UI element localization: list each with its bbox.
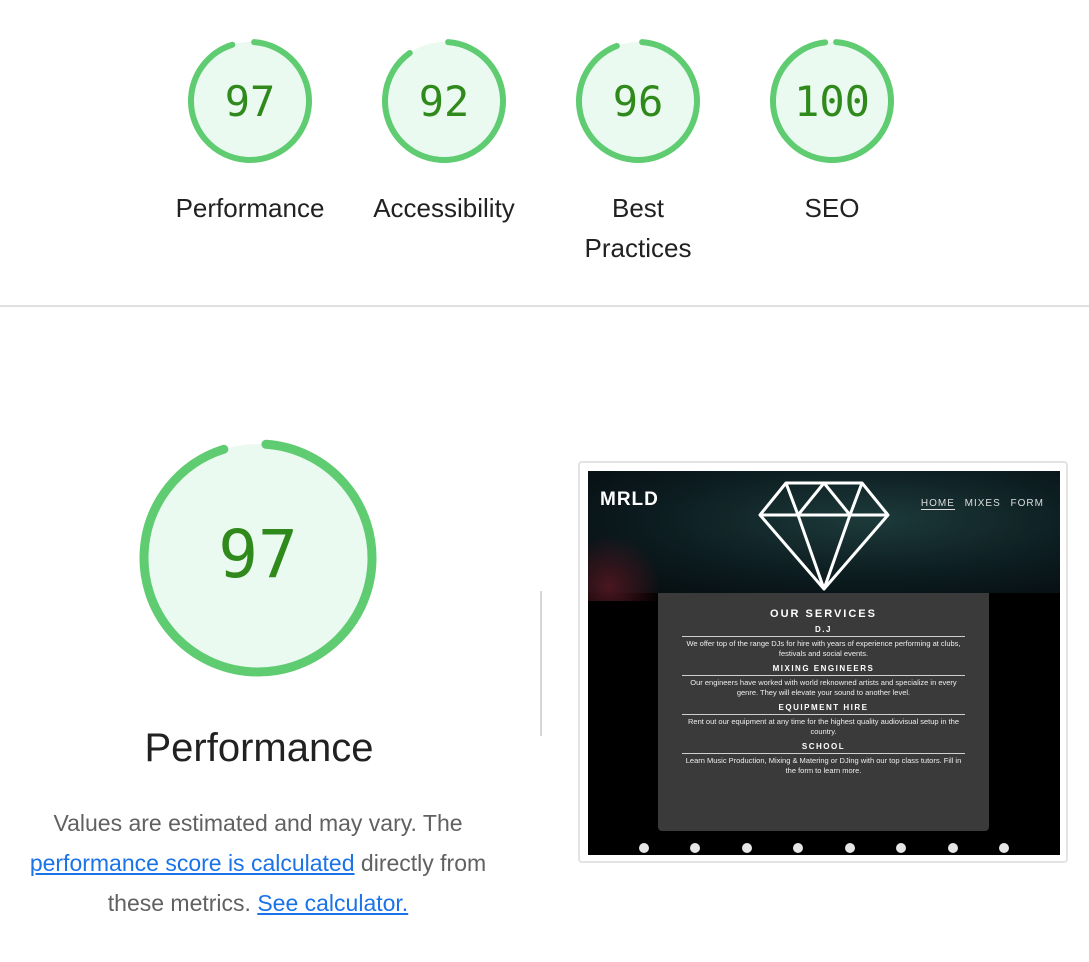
nav-home[interactable]: HOME [920, 498, 955, 510]
spotify-icon[interactable] [844, 843, 855, 853]
service-item: EQUIPMENT HIRE Rent out our equipment at… [682, 703, 965, 737]
score-calculated-link[interactable]: performance score is calculated [30, 850, 355, 876]
services-title: OUR SERVICES [770, 608, 877, 620]
nav-mixes[interactable]: MIXES [965, 498, 1001, 509]
see-calculator-link[interactable]: See calculator. [257, 890, 408, 916]
hero-banner: MRLD HOME MIXES FORM [588, 471, 1060, 601]
gauge-label: Performance [175, 193, 325, 223]
performance-title: Performance [144, 726, 374, 770]
vertical-separator [540, 591, 542, 736]
site-nav: HOME MIXES FORM [915, 498, 1044, 510]
soundcloud-icon[interactable] [793, 843, 804, 853]
performance-score-gauge: 97 [139, 439, 377, 677]
gauge-label: SEO [804, 193, 860, 223]
score-value: 97 [225, 77, 276, 126]
category-gauges: 97 Performance 92 Accessibility 96 Best P… [0, 0, 1089, 306]
gauge-label: Best Practices [584, 193, 692, 263]
gauge-best-practices[interactable]: 96 Best Practices [548, 36, 728, 268]
service-item: SCHOOL Learn Music Production, Mixing & … [682, 742, 965, 776]
score-value: 100 [794, 77, 870, 126]
mail-icon[interactable] [741, 843, 752, 853]
score-ring: 96 [576, 39, 700, 163]
service-item: D.J We offer top of the range DJs for hi… [682, 625, 965, 659]
score-value: 92 [419, 77, 470, 126]
site-logo: MRLD [600, 489, 659, 510]
footer-social-icons [588, 843, 1060, 855]
diamond-icon [758, 481, 890, 591]
score-value: 96 [613, 77, 664, 126]
phone-icon[interactable] [638, 843, 649, 853]
youtube-icon[interactable] [947, 843, 958, 853]
gauge-label: Accessibility [373, 193, 515, 223]
service-item: MIXING ENGINEERS Our engineers have work… [682, 664, 965, 698]
gauge-performance[interactable]: 97 Performance [160, 36, 340, 228]
gauge-accessibility[interactable]: 92 Accessibility [354, 36, 534, 228]
facebook-icon[interactable] [896, 843, 907, 853]
final-screenshot[interactable]: MRLD HOME MIXES FORM OUR SERVICES D.J We… [588, 471, 1060, 855]
nav-form[interactable]: FORM [1011, 498, 1044, 509]
score-ring: 97 [188, 39, 312, 163]
performance-description: Values are estimated and may vary. The p… [29, 810, 487, 916]
services-panel: OUR SERVICES D.J We offer top of the ran… [658, 593, 989, 831]
performance-score-value: 97 [218, 516, 297, 593]
score-ring: 92 [382, 39, 506, 163]
gauge-seo[interactable]: 100 SEO [742, 36, 922, 228]
section-divider [0, 305, 1089, 307]
location-icon[interactable] [690, 843, 701, 853]
score-ring: 100 [770, 39, 894, 163]
instagram-icon[interactable] [999, 843, 1010, 853]
